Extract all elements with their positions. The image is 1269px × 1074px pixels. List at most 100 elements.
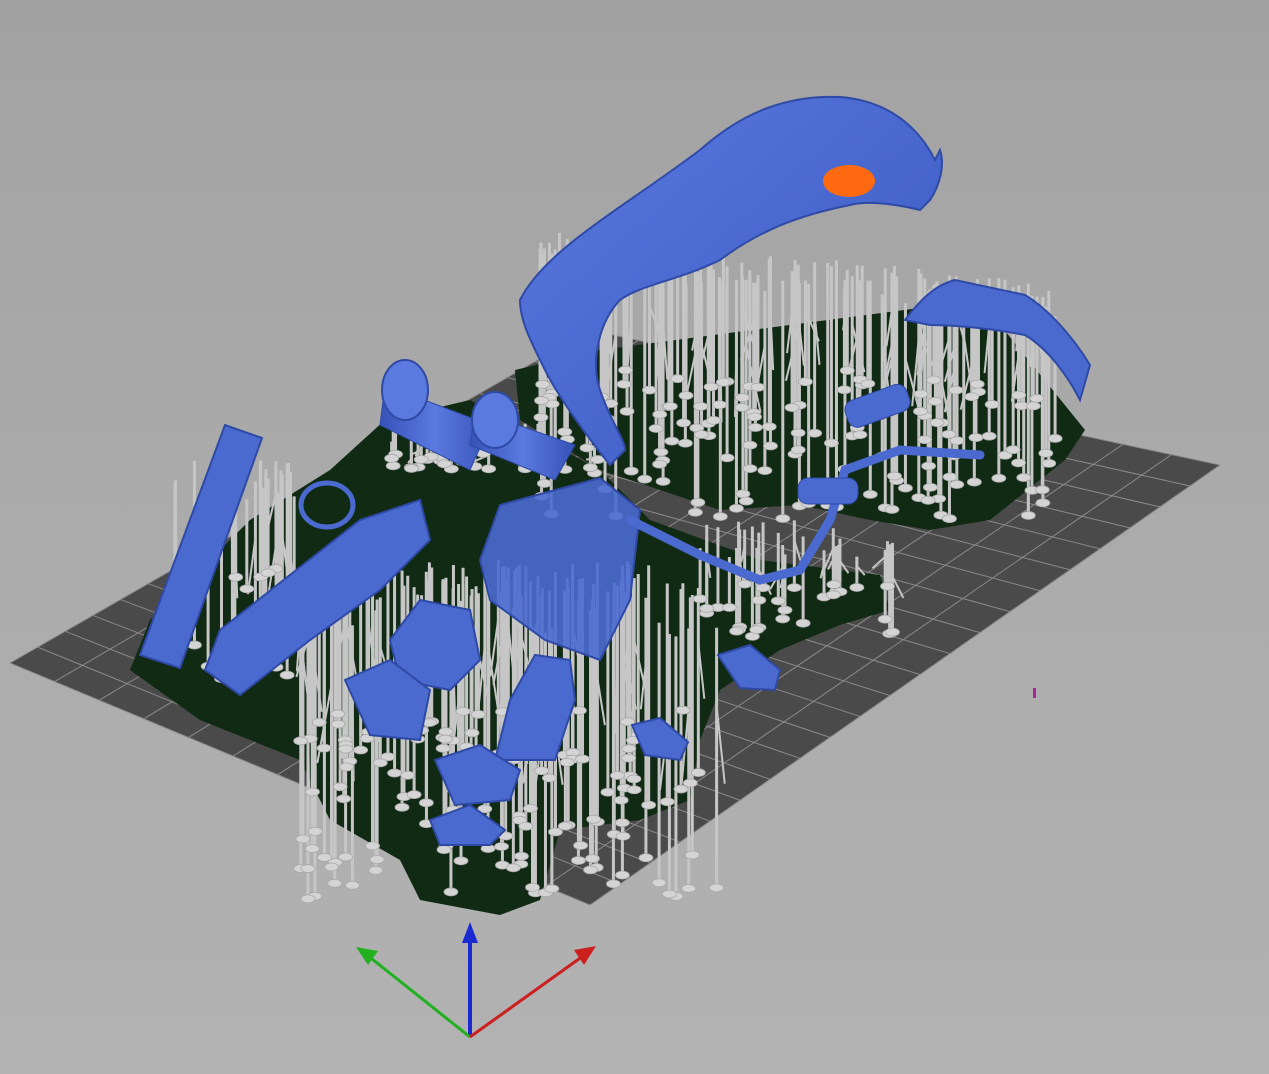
support-pad — [606, 879, 621, 889]
support-pad — [1025, 401, 1041, 411]
support-pad — [481, 464, 497, 474]
support-pad — [613, 795, 629, 805]
support-pad — [734, 393, 750, 402]
muffler-part[interactable] — [797, 477, 859, 505]
support-pad — [330, 719, 346, 729]
support-pad — [579, 443, 595, 453]
support-pad — [712, 400, 727, 410]
support-pad — [670, 374, 686, 384]
support-pad — [790, 428, 806, 438]
support-pad — [559, 757, 575, 767]
support-pad — [968, 433, 984, 443]
support-pad — [1035, 498, 1051, 508]
support-pad — [750, 382, 766, 392]
support-pad — [694, 430, 709, 439]
support-pad — [651, 878, 667, 888]
support-pad — [712, 512, 728, 522]
support-pad — [775, 514, 791, 523]
support-pad — [693, 402, 709, 411]
support-pad — [761, 422, 777, 432]
support-pad — [438, 734, 453, 744]
support-pad — [542, 773, 557, 783]
support-pad — [621, 753, 637, 763]
support-pad — [336, 794, 352, 804]
support-pad — [330, 709, 346, 719]
support-pad — [536, 479, 552, 488]
support-pad — [662, 401, 678, 411]
support-pad — [887, 471, 902, 481]
support-pad — [729, 626, 744, 636]
support-pad — [927, 396, 943, 406]
support-pad — [652, 410, 668, 419]
support-pad — [505, 863, 521, 873]
support-pad — [673, 784, 689, 794]
support-pad — [690, 498, 706, 507]
support-pad — [675, 705, 691, 715]
support-pad — [699, 604, 715, 613]
support-pad — [655, 477, 671, 486]
support-pad — [228, 572, 244, 582]
support-pad — [742, 464, 758, 474]
support-pad — [533, 412, 549, 422]
support-pad — [747, 412, 762, 422]
slicer-scene[interactable] — [0, 0, 1269, 1074]
support-pad — [747, 423, 763, 432]
support-pad — [455, 706, 471, 716]
support-pad — [920, 495, 936, 505]
support-pad — [913, 406, 928, 416]
support-pad — [443, 887, 459, 897]
support-pad — [586, 814, 602, 824]
support-pad — [807, 428, 823, 438]
y-axis-line — [361, 949, 471, 1039]
support-pad — [913, 389, 929, 399]
support-pad — [311, 718, 327, 727]
support-pad — [300, 894, 316, 904]
support-pad — [316, 743, 332, 753]
support-pad — [1047, 434, 1063, 443]
support-brace — [719, 351, 723, 423]
support-pad — [949, 480, 965, 489]
support-pad — [324, 862, 339, 872]
support-pad — [721, 603, 737, 612]
support-pad — [544, 884, 560, 894]
support-pad — [1034, 485, 1050, 495]
support-pad — [368, 865, 384, 875]
support-pad — [535, 379, 551, 389]
support-pad — [616, 379, 632, 389]
support-pad — [917, 435, 933, 445]
support-pad — [921, 461, 937, 471]
support-pad — [610, 771, 625, 780]
support-pad — [1041, 458, 1057, 468]
support-pad — [618, 365, 633, 375]
support-pad — [777, 605, 793, 615]
support-pad — [653, 447, 669, 457]
support-pad — [826, 580, 842, 589]
support-pad — [642, 385, 657, 395]
support-pad — [1016, 473, 1032, 482]
arrow-x-red-icon — [574, 946, 596, 965]
support-pad — [571, 706, 587, 715]
selection-marker-icon — [1033, 688, 1036, 698]
support-pad — [338, 744, 354, 754]
support-pad — [339, 762, 355, 772]
support-pad — [824, 438, 839, 448]
support-pad — [400, 770, 416, 780]
support-pad — [619, 406, 635, 416]
support-pad — [304, 844, 320, 854]
support-pad — [571, 856, 586, 865]
support-pad — [860, 379, 876, 389]
support-pad — [300, 864, 316, 873]
support-pad — [307, 827, 323, 836]
support-pad — [684, 850, 700, 860]
support-pad — [293, 736, 309, 746]
support-pad — [621, 744, 637, 754]
support-pad — [260, 568, 276, 578]
support-pad — [964, 392, 980, 402]
3d-viewport[interactable] — [0, 0, 1269, 1074]
support-pad — [1020, 511, 1036, 520]
support-pad — [404, 464, 419, 473]
support-pad — [662, 889, 677, 899]
support-pad — [637, 474, 653, 484]
support-pad — [749, 625, 765, 635]
support-pad — [676, 418, 691, 428]
